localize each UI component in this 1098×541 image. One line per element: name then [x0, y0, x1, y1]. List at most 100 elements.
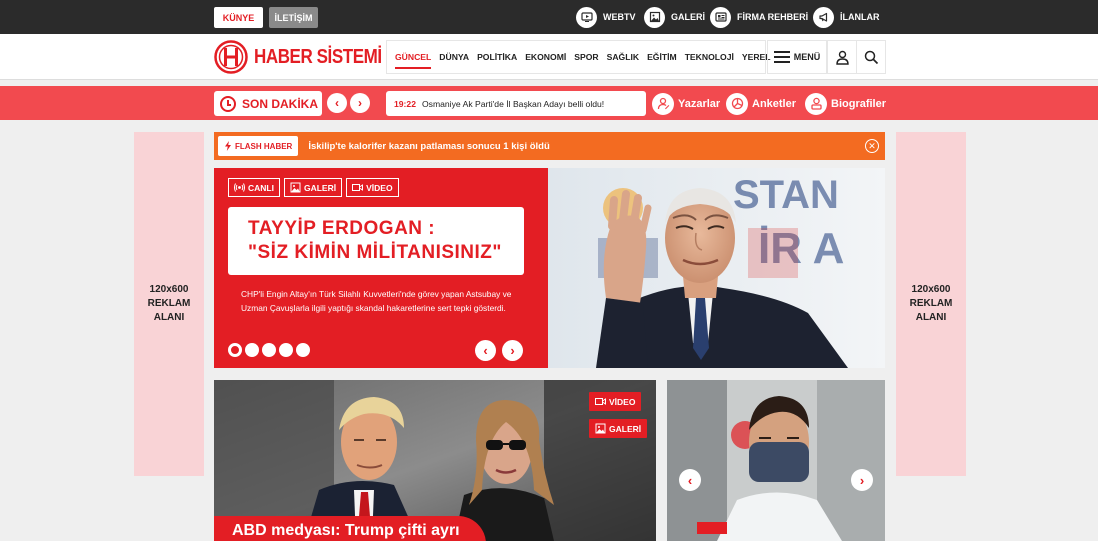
ad-left-label-1: REKLAM: [147, 298, 191, 309]
flash-badge-label: FLASH HABER: [235, 141, 293, 151]
slider-dot[interactable]: [245, 343, 259, 357]
nav-item-spor[interactable]: SPOR: [574, 41, 598, 73]
side-prev-button[interactable]: ‹: [679, 469, 701, 491]
ilanlar-label: İLANLAR: [840, 12, 880, 22]
live-icon: [234, 183, 245, 192]
anketler-link[interactable]: Anketler: [726, 91, 796, 116]
ad-right-label-1: REKLAM: [909, 298, 953, 309]
close-icon[interactable]: ✕: [865, 139, 879, 153]
video-icon: [352, 184, 364, 191]
site-header: HABER SİSTEMİ GÜNCEL DÜNYA POLİTİKA EKON…: [0, 34, 1098, 80]
search-icon: [864, 50, 878, 64]
directory-icon: [710, 6, 731, 28]
site-logo[interactable]: HABER SİSTEMİ: [214, 40, 404, 74]
writer-icon: [652, 92, 674, 115]
menu-button[interactable]: MENÜ: [767, 40, 827, 74]
news-card-large-caption[interactable]: ABD medyası: Trump çifti ayrı: [214, 516, 486, 541]
tag-canli-label: CANLI: [248, 182, 274, 193]
nav-item-dunya[interactable]: DÜNYA: [439, 41, 469, 73]
ad-right-size: 120x600: [911, 284, 951, 295]
hero-slider[interactable]: CANLI GALERİ VİDEO TAYYİP ERDOGAN : "SİZ…: [214, 168, 885, 368]
logo-mark-icon: [214, 40, 248, 74]
news-card-large[interactable]: VİDEO GALERİ ABD medyası: Trump çifti ay…: [214, 380, 656, 541]
webtv-link[interactable]: WEBTV: [576, 6, 636, 28]
card-tag-galeri-label: GALERİ: [609, 423, 642, 434]
tag-canli[interactable]: CANLI: [228, 178, 280, 197]
tv-icon: [576, 6, 597, 28]
search-button[interactable]: [856, 40, 886, 74]
slider-dot[interactable]: [228, 343, 242, 357]
svg-text:STAN: STAN: [733, 173, 839, 217]
tag-video-label: VİDEO: [366, 182, 393, 193]
iletisim-button[interactable]: İLETİŞİM: [269, 7, 318, 28]
ticker-time: 19:22: [394, 98, 416, 109]
news-ticker[interactable]: 19:22 Osmaniye Ak Parti'de İl Başkan Ada…: [386, 91, 646, 116]
yazarlar-label: Yazarlar: [678, 97, 721, 110]
chevron-right-icon: ›: [358, 96, 362, 110]
chevron-right-icon: ›: [859, 472, 865, 488]
hero-description: CHP'li Engin Altay'ın Türk Silahlı Kuvve…: [241, 289, 512, 313]
slider-dot[interactable]: [279, 343, 293, 357]
hero-title-line-1: TAYYİP ERDOGAN :: [248, 218, 436, 239]
ad-right[interactable]: 120x600 REKLAM ALANI: [896, 132, 966, 476]
chevron-right-icon: ›: [510, 343, 515, 358]
card-tag-video[interactable]: VİDEO: [589, 392, 642, 411]
slider-dot[interactable]: [296, 343, 310, 357]
ad-left[interactable]: 120x600 REKLAM ALANI: [134, 132, 204, 476]
slider-dot[interactable]: [262, 343, 276, 357]
ad-left-size: 120x600: [149, 284, 189, 295]
flash-news-bar[interactable]: FLASH HABER İskilip'te kalorifer kazanı …: [214, 132, 885, 160]
ticker-next-button[interactable]: ›: [350, 93, 370, 113]
flash-headline: İskilip'te kalorifer kazanı patlaması so…: [308, 140, 550, 152]
hero-tags: CANLI GALERİ VİDEO: [228, 178, 399, 197]
chevron-left-icon: ‹: [335, 96, 339, 110]
poll-icon: [726, 92, 748, 115]
anketler-label: Anketler: [752, 97, 797, 110]
nav-item-ekonomi[interactable]: EKONOMİ: [525, 41, 566, 73]
hero-text-panel: CANLI GALERİ VİDEO TAYYİP ERDOGAN : "SİZ…: [214, 168, 548, 368]
top-bar: KÜNYE İLETİŞİM WEBTV GALERİ FİRMA REHBER…: [0, 0, 1098, 34]
clock-icon: [220, 95, 236, 112]
hero-title-line-2: "SİZ KİMİN MİLİTANISINIZ": [248, 242, 502, 263]
ilanlar-link[interactable]: İLANLAR: [813, 6, 880, 28]
son-dakika-label: SON DAKİKA: [242, 96, 319, 111]
hero-prev-button[interactable]: ‹: [475, 340, 496, 361]
menu-label: MENÜ: [793, 52, 821, 62]
nav-item-egitim[interactable]: EĞİTİM: [647, 41, 677, 73]
galeri-label: GALERİ: [671, 12, 706, 22]
tag-video[interactable]: VİDEO: [346, 178, 399, 197]
user-button[interactable]: [827, 40, 857, 74]
user-icon: [835, 50, 849, 65]
kunye-button[interactable]: KÜNYE: [214, 7, 263, 28]
video-icon: [595, 398, 606, 405]
biografiler-link[interactable]: Biografiler: [805, 91, 886, 116]
nav-item-teknoloji[interactable]: TEKNOLOJİ: [685, 41, 734, 73]
ticker-prev-button[interactable]: ‹: [327, 93, 347, 113]
son-dakika-badge[interactable]: SON DAKİKA: [214, 91, 322, 116]
logo-text: HABER SİSTEMİ: [254, 45, 382, 68]
hero-next-button[interactable]: ›: [502, 340, 523, 361]
megaphone-icon: [813, 6, 834, 28]
news-card-side-image: [667, 380, 885, 541]
galeri-link[interactable]: GALERİ: [644, 6, 705, 28]
hero-image[interactable]: STAN İR A: [548, 168, 885, 368]
main-nav: GÜNCEL DÜNYA POLİTİKA EKONOMİ SPOR SAĞLI…: [386, 40, 771, 74]
side-next-button[interactable]: ›: [851, 469, 873, 491]
yazarlar-link[interactable]: Yazarlar: [652, 91, 720, 116]
lightning-icon: [225, 141, 231, 151]
news-card-side[interactable]: ‹ ›: [667, 380, 885, 541]
breaking-news-bar: SON DAKİKA ‹ › 19:22 Osmaniye Ak Parti'd…: [0, 86, 1098, 120]
flash-badge: FLASH HABER: [218, 136, 299, 156]
ad-left-label-2: ALANI: [153, 312, 185, 323]
chevron-left-icon: ‹: [483, 343, 488, 358]
nav-item-guncel[interactable]: GÜNCEL: [395, 41, 432, 73]
webtv-label: WEBTV: [603, 12, 636, 22]
ad-right-label-2: ALANI: [915, 312, 947, 323]
hero-title-box[interactable]: TAYYİP ERDOGAN : "SİZ KİMİN MİLİTANISINI…: [228, 207, 524, 275]
tag-galeri[interactable]: GALERİ: [283, 178, 343, 197]
hamburger-icon: [773, 51, 790, 63]
card-tag-galeri[interactable]: GALERİ: [589, 419, 648, 438]
firma-rehberi-link[interactable]: FİRMA REHBERİ: [710, 6, 808, 28]
nav-item-saglik[interactable]: SAĞLIK: [607, 41, 639, 73]
nav-item-politika[interactable]: POLİTİKA: [477, 41, 517, 73]
